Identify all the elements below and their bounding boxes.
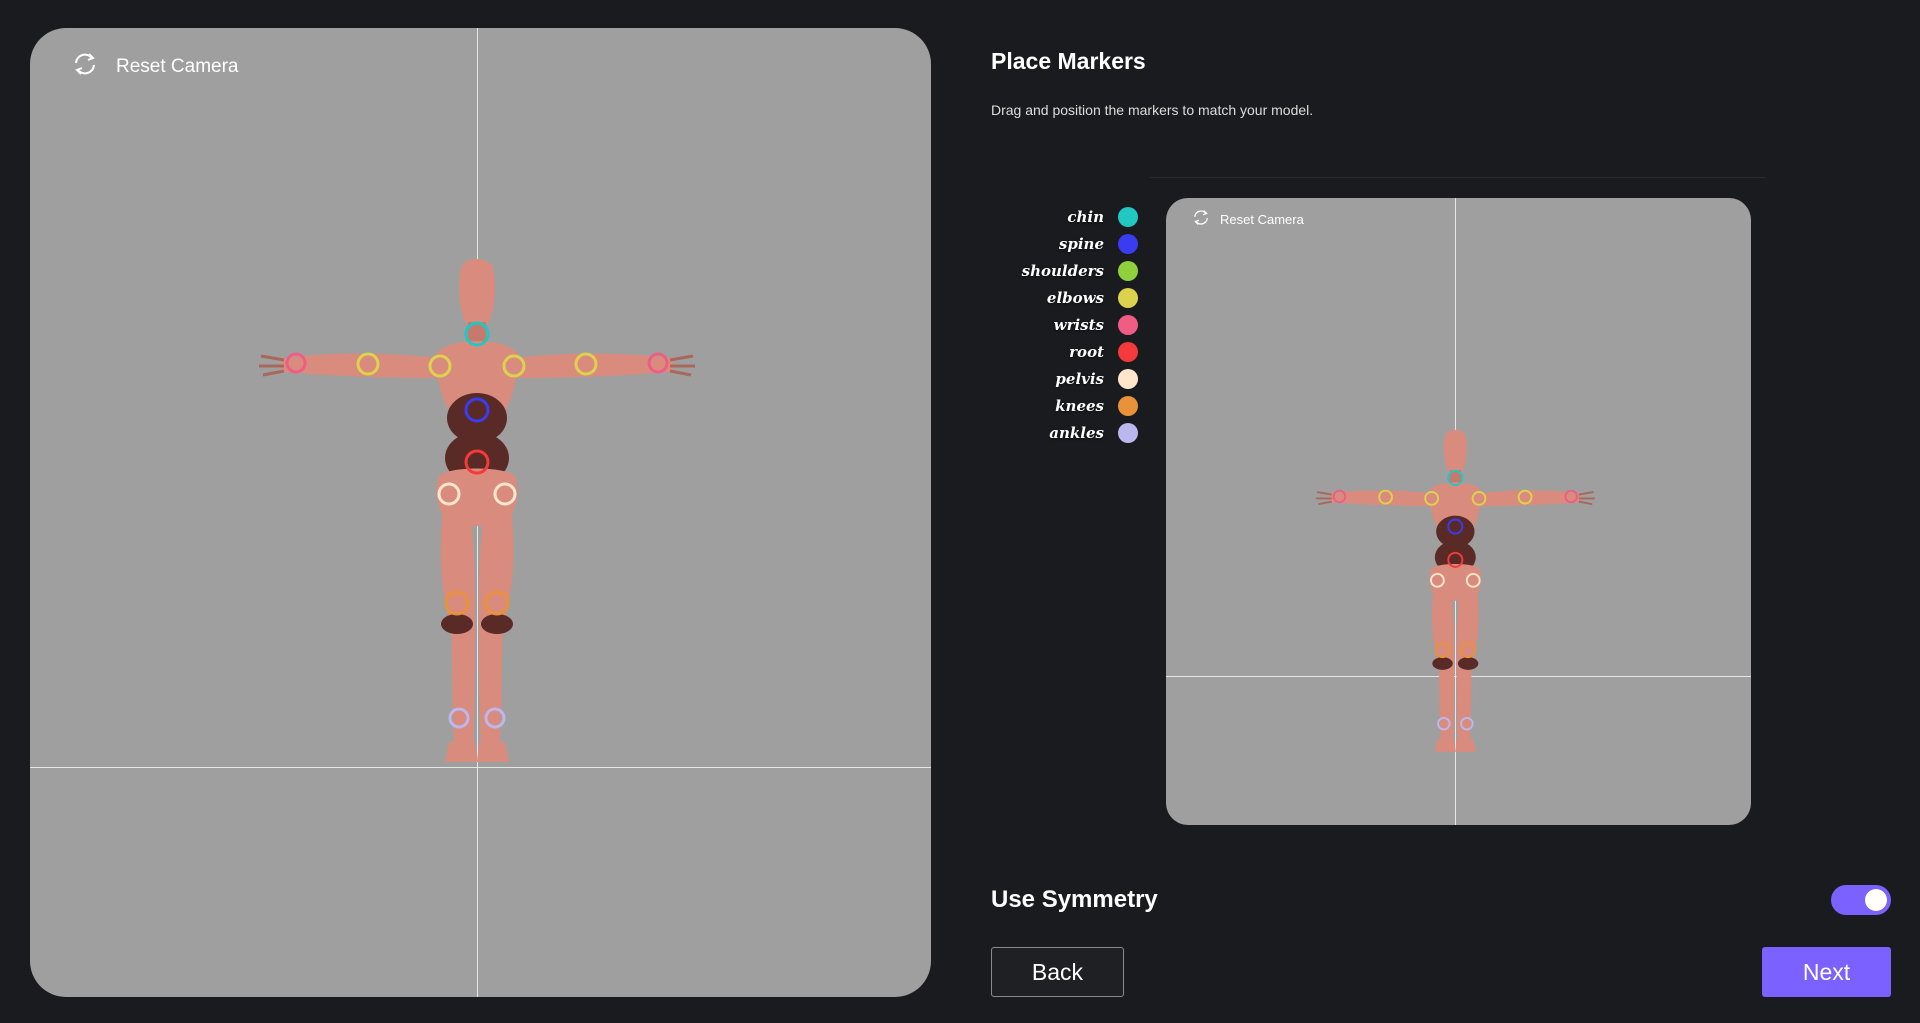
reset-camera-label: Reset Camera [1220, 211, 1304, 227]
legend-color-dot [1118, 206, 1138, 227]
page-subtitle: Drag and position the markers to match y… [991, 102, 1314, 118]
legend-item-spine: spine [1016, 230, 1138, 257]
use-symmetry-label: Use Symmetry [991, 886, 1158, 913]
refresh-icon [72, 52, 98, 82]
legend-item-knees: knees [1016, 392, 1138, 419]
back-button[interactable]: Back [991, 947, 1124, 997]
marker-legend: chin spine shoulders elbows wrists root … [1016, 203, 1138, 446]
toggle-knob [1865, 889, 1887, 911]
legend-item-root: root [1016, 338, 1138, 365]
legend-item-elbows: elbows [1016, 284, 1138, 311]
legend-color-dot [1118, 395, 1138, 416]
legend-color-dot [1118, 314, 1138, 335]
legend-label: pelvis [1055, 369, 1104, 388]
preview-3d-viewport[interactable]: Reset Camera [1166, 198, 1751, 825]
preview-reset-camera-button[interactable]: Reset Camera [1192, 206, 1304, 232]
reset-camera-button[interactable]: Reset Camera [72, 48, 239, 86]
legend-color-dot [1118, 422, 1138, 443]
legend-label: ankles [1049, 423, 1104, 442]
divider [1150, 177, 1765, 178]
legend-item-shoulders: shoulders [1016, 257, 1138, 284]
legend-label: shoulders [1021, 261, 1104, 280]
preview-model-figure [1314, 428, 1596, 753]
reset-camera-label: Reset Camera [116, 56, 239, 77]
refresh-icon [1192, 209, 1210, 229]
legend-label: root [1069, 342, 1104, 361]
legend-color-dot [1118, 341, 1138, 362]
main-3d-viewport[interactable]: Reset Camera [30, 28, 931, 997]
legend-color-dot [1118, 287, 1138, 308]
legend-item-wrists: wrists [1016, 311, 1138, 338]
legend-item-chin: chin [1016, 203, 1138, 230]
next-button[interactable]: Next [1762, 947, 1891, 997]
legend-label: chin [1067, 207, 1104, 226]
legend-item-ankles: ankles [1016, 419, 1138, 446]
legend-color-dot [1118, 233, 1138, 254]
legend-color-dot [1118, 368, 1138, 389]
legend-item-pelvis: pelvis [1016, 365, 1138, 392]
legend-color-dot [1118, 260, 1138, 281]
symmetry-toggle[interactable] [1831, 885, 1891, 915]
legend-label: spine [1058, 234, 1104, 253]
page-title: Place Markers [991, 48, 1146, 74]
legend-label: elbows [1046, 288, 1104, 307]
legend-label: wrists [1053, 315, 1104, 334]
legend-label: knees [1055, 396, 1104, 415]
model-figure[interactable] [30, 28, 931, 997]
